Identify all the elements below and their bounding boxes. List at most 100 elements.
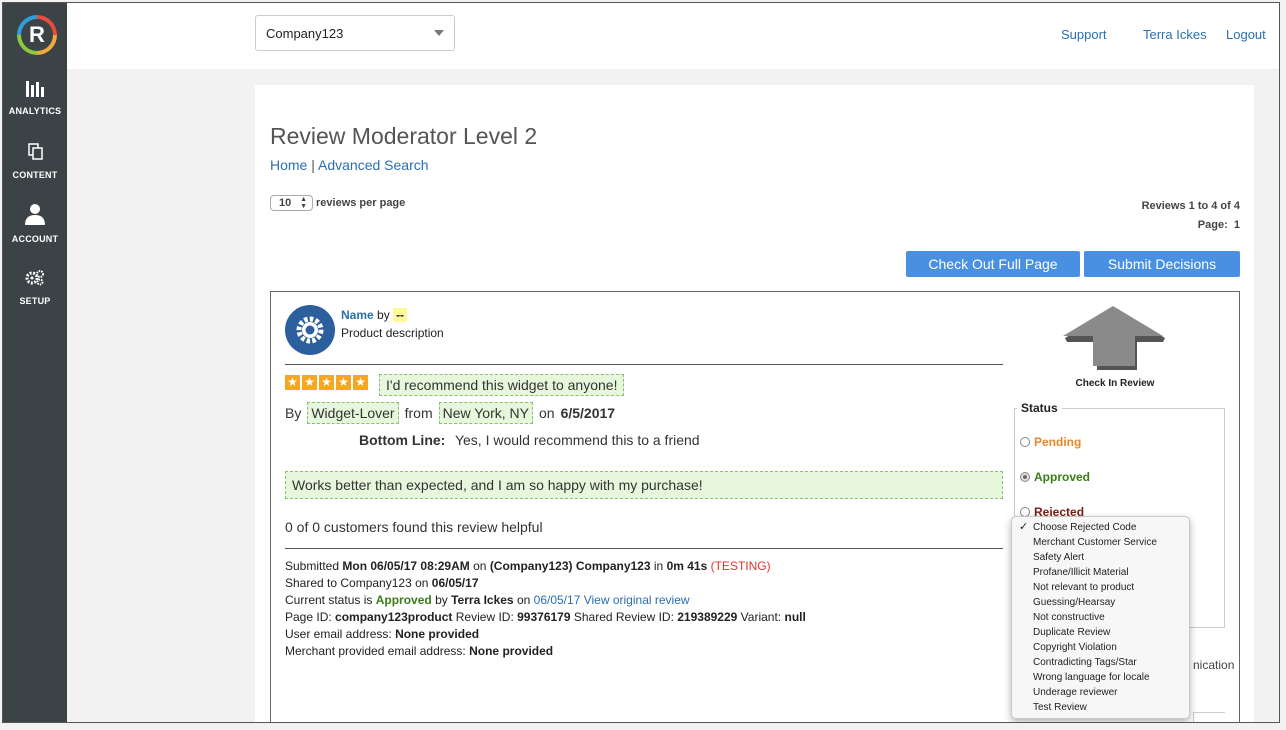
stepper-arrows-icon[interactable]: ▲ ▼ xyxy=(300,196,307,210)
per-page-control: 10 ▲ ▼ reviews per page xyxy=(270,195,405,211)
reviewer-name-link[interactable]: Name xyxy=(341,308,374,322)
reject-code-option[interactable]: Not relevant to product xyxy=(1012,580,1189,595)
sidebar-item-content[interactable]: CONTENT xyxy=(3,143,67,183)
reject-code-option[interactable]: Duplicate Review xyxy=(1012,625,1189,640)
top-bar: Company123 Support Terra Ickes Logout xyxy=(67,3,1279,69)
merchant-email-line: Merchant provided email address: None pr… xyxy=(285,643,806,660)
variant: null xyxy=(784,610,806,624)
breadcrumb-separator: | xyxy=(311,157,315,173)
submitted-duration: 0m 41s xyxy=(666,559,708,573)
sidebar-item-account[interactable]: ACCOUNT xyxy=(3,203,67,247)
breadcrumb-home-link[interactable]: Home xyxy=(270,157,307,173)
reject-code-menu: ✓ Choose Rejected Code Merchant Customer … xyxy=(1011,516,1190,719)
submitted-line: Submitted Mon 06/05/17 08:29AM on (Compa… xyxy=(285,558,806,575)
shared-review-id: 219389229 xyxy=(677,610,738,624)
sidebar-item-setup[interactable]: SETUP xyxy=(3,269,67,309)
by-label: by xyxy=(377,308,390,322)
from-label: from xyxy=(404,405,433,421)
checkmark-icon: ✓ xyxy=(1019,521,1029,533)
shared-line: Shared to Company123 on 06/05/17 xyxy=(285,575,806,592)
per-page-label: reviews per page xyxy=(316,197,406,209)
reject-code-option[interactable]: Test Review xyxy=(1012,700,1189,715)
status-label: Current status is xyxy=(285,593,373,607)
shared-review-id-label: Shared Review ID: xyxy=(573,610,674,624)
bottom-line: Bottom Line: Yes, I would recommend this… xyxy=(359,432,700,448)
check-in-review-button[interactable] xyxy=(1063,306,1167,377)
sidebar-item-label: CONTENT xyxy=(12,170,58,180)
gear-icon xyxy=(296,316,324,344)
partial-label: nication xyxy=(1193,658,1235,672)
view-original-review-link[interactable]: View original review xyxy=(584,593,690,607)
sidebar: R ANALYTICS CONTENT ACCOUNT SETUP xyxy=(3,3,67,722)
radio-button[interactable] xyxy=(1020,472,1030,482)
reject-code-option[interactable]: Contradicting Tags/Star xyxy=(1012,655,1189,670)
radio-button[interactable] xyxy=(1020,437,1030,447)
per-page-value: 10 xyxy=(279,197,292,209)
reviewer-location: New York, NY xyxy=(438,402,533,424)
page-number: 1 xyxy=(1233,219,1240,231)
page-label: Page: xyxy=(1197,219,1228,231)
reject-code-option[interactable]: Merchant Customer Service xyxy=(1012,535,1189,550)
status-user: Terra Ickes xyxy=(451,593,514,607)
submitted-company: (Company123) Company123 xyxy=(489,559,651,573)
app-window: R ANALYTICS CONTENT ACCOUNT SETUP Compan… xyxy=(2,2,1280,723)
status-option-label: Approved xyxy=(1034,470,1091,484)
ids-line: Page ID: company123product Review ID: 99… xyxy=(285,609,806,626)
company-select[interactable]: Company123 xyxy=(255,15,455,51)
divider xyxy=(285,548,1003,549)
logout-link[interactable]: Logout xyxy=(1226,27,1266,42)
on-label: on xyxy=(538,405,555,421)
support-link[interactable]: Support xyxy=(1061,27,1107,42)
reject-code-option[interactable]: Safety Alert xyxy=(1012,550,1189,565)
page-indicator: Page: 1 xyxy=(1142,216,1240,235)
user-name-link[interactable]: Terra Ickes xyxy=(1143,27,1207,42)
star-icon: ★ xyxy=(336,375,351,390)
breadcrumb-advanced-search-link[interactable]: Advanced Search xyxy=(318,157,429,173)
check-out-full-page-button[interactable]: Check Out Full Page xyxy=(906,251,1080,277)
review-metadata: Submitted Mon 06/05/17 08:29AM on (Compa… xyxy=(285,558,806,660)
chevron-down-icon xyxy=(434,30,444,36)
divider xyxy=(285,364,1003,365)
in-label: in xyxy=(653,559,664,573)
reject-code-option[interactable]: Not constructive xyxy=(1012,610,1189,625)
bar-chart-icon xyxy=(26,81,44,97)
brand-logo[interactable]: R xyxy=(17,15,57,55)
check-in-review-label: Check In Review xyxy=(1075,378,1155,389)
star-icon: ★ xyxy=(353,375,368,390)
by-label: By xyxy=(285,405,302,421)
reject-code-option[interactable]: Copyright Violation xyxy=(1012,640,1189,655)
partial-fieldset xyxy=(1193,712,1225,722)
bottom-line-value: Yes, I would recommend this to a friend xyxy=(454,432,700,448)
on-label: on xyxy=(473,559,487,573)
breadcrumb: Home | Advanced Search xyxy=(270,157,429,173)
sidebar-item-label: ACCOUNT xyxy=(11,234,59,244)
submit-decisions-button[interactable]: Submit Decisions xyxy=(1084,251,1240,277)
by-value: -- xyxy=(393,308,408,322)
reviews-count: Reviews 1 to 4 of 4 xyxy=(1141,200,1240,212)
arrow-up-icon xyxy=(1063,306,1165,370)
reject-code-option[interactable]: Wrong language for locale xyxy=(1012,670,1189,685)
review-id: 99376179 xyxy=(517,610,571,624)
page-title: Review Moderator Level 2 xyxy=(270,123,538,149)
reject-code-option[interactable]: Underage reviewer xyxy=(1012,685,1189,700)
sidebar-item-label: SETUP xyxy=(19,296,51,306)
per-page-stepper[interactable]: 10 ▲ ▼ xyxy=(270,195,313,211)
reject-code-option[interactable]: Profane/Illicit Material xyxy=(1012,565,1189,580)
reject-code-option[interactable]: Guessing/Hearsay xyxy=(1012,595,1189,610)
status-option-label: Pending xyxy=(1034,435,1082,449)
submitted-date: Mon 06/05/17 08:29AM xyxy=(342,559,470,573)
avatar xyxy=(285,305,335,355)
review-date: 6/5/2017 xyxy=(560,405,616,421)
page-id: company123product xyxy=(335,610,453,624)
gears-icon xyxy=(25,270,44,286)
star-icon: ★ xyxy=(319,375,334,390)
status-option-pending[interactable]: Pending xyxy=(1020,435,1081,449)
star-icon: ★ xyxy=(285,375,300,390)
status-option-approved[interactable]: Approved xyxy=(1020,470,1090,484)
documents-icon xyxy=(28,143,43,160)
user-email-label: User email address: xyxy=(285,627,392,641)
brand-logo-letter: R xyxy=(21,19,53,51)
reviewer-nickname: Widget-Lover xyxy=(307,402,399,424)
sidebar-item-analytics[interactable]: ANALYTICS xyxy=(3,79,67,119)
reject-code-option[interactable]: ✓ Choose Rejected Code xyxy=(1012,520,1189,535)
